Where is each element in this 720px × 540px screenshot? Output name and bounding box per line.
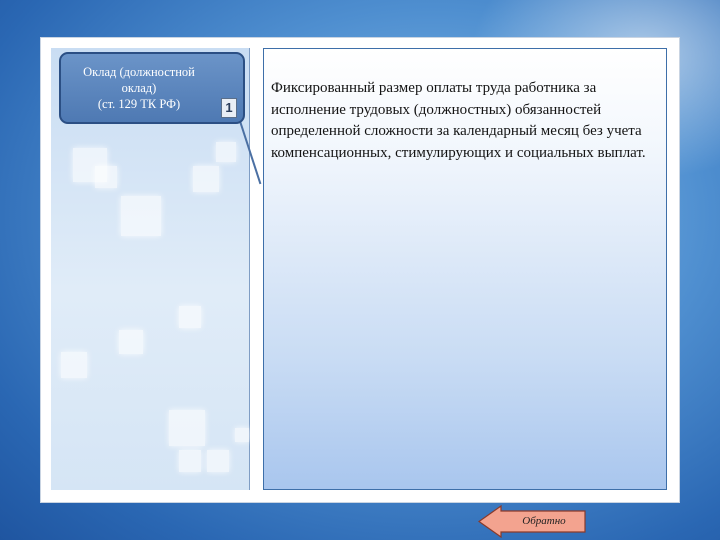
term-title-line2: оклад) (121, 81, 157, 95)
decorative-square (179, 450, 201, 472)
back-button-label: Обратно (522, 515, 566, 527)
decorative-square (95, 166, 117, 188)
term-title-line1: Оклад (должностной (83, 65, 195, 79)
decorative-square (169, 410, 205, 446)
info-icon[interactable]: 1 (221, 98, 237, 118)
term-box[interactable]: Оклад (должностной оклад) (ст. 129 ТК РФ… (59, 52, 245, 124)
decorative-square (179, 306, 201, 328)
definition-text: Фиксированный размер оплаты труда работн… (271, 80, 646, 161)
decorative-square (119, 330, 143, 354)
decorative-square (193, 166, 219, 192)
decorative-square (121, 196, 161, 236)
back-button[interactable]: Обратно (478, 505, 586, 538)
decorative-square (235, 428, 249, 442)
decorative-square (61, 352, 87, 378)
decorative-square (207, 450, 229, 472)
term-article-reference: (ст. 129 ТК РФ) (97, 97, 181, 111)
decorative-square (216, 142, 236, 162)
